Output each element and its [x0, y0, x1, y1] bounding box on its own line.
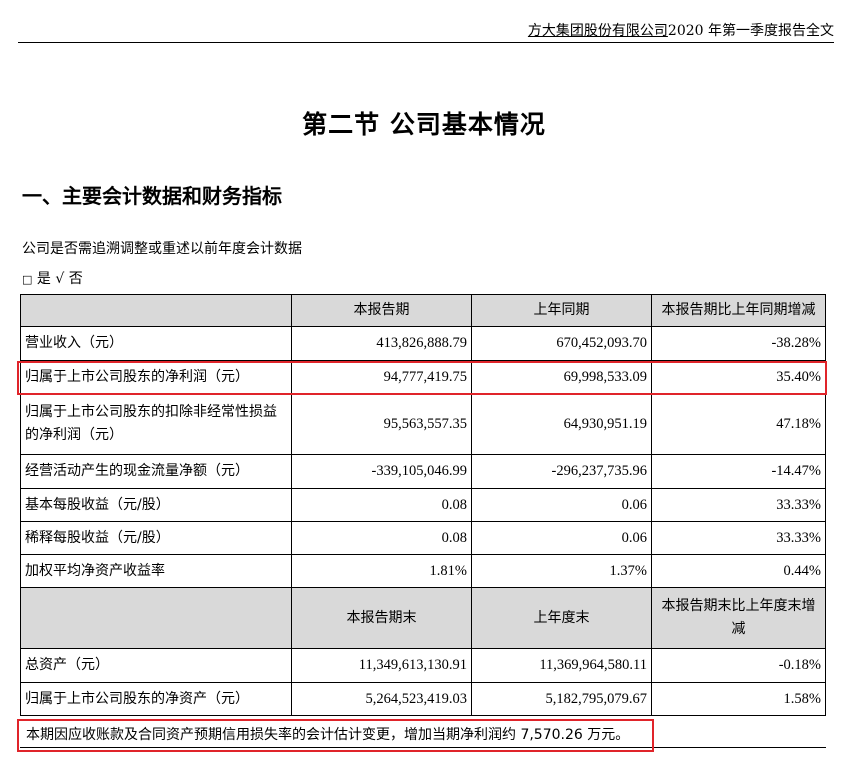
current-value: 11,349,613,130.91: [291, 648, 472, 683]
company-name: 方大集团股份有限公司: [527, 23, 668, 39]
prior-value: 670,452,093.70: [471, 326, 652, 361]
change-value: 1.58%: [651, 682, 826, 716]
row-label: 归属于上市公司股东的扣除非经常性损益的净利润（元）: [20, 393, 292, 455]
table-row: 归属于上市公司股东的扣除非经常性损益的净利润（元） 95,563,557.35 …: [20, 393, 826, 455]
header-change: 本报告期比上年同期增减: [651, 294, 826, 327]
option-yes: 是: [36, 271, 51, 287]
current-value: 1.81%: [291, 554, 472, 588]
change-value: 0.44%: [651, 554, 826, 588]
header-current-period: 本报告期: [291, 294, 472, 327]
current-value: 413,826,888.79: [291, 326, 472, 361]
table-row: 归属于上市公司股东的净利润（元） 94,777,419.75 69,998,53…: [20, 360, 826, 394]
restatement-options: □ 是 √ 否: [22, 268, 83, 288]
report-name: 2020 年第一季度报告全文: [667, 23, 834, 39]
row-label: 经营活动产生的现金流量净额（元）: [20, 454, 292, 489]
current-value: 0.08: [291, 521, 472, 555]
header-prior-year-end: 上年度末: [471, 587, 652, 649]
current-value: 94,777,419.75: [291, 360, 472, 394]
page-header: 方大集团股份有限公司2020 年第一季度报告全文: [18, 18, 834, 43]
check-mark-icon: √: [55, 271, 65, 287]
row-label: 加权平均净资产收益率: [20, 554, 292, 588]
option-no: 否: [68, 271, 83, 287]
table-row: 基本每股收益（元/股） 0.08 0.06 33.33%: [20, 488, 826, 522]
change-value: 35.40%: [651, 360, 826, 394]
header-change-year-end: 本报告期末比上年度末增减: [651, 587, 826, 649]
section-title: 第二节 公司基本情况: [302, 110, 546, 139]
prior-value: 69,998,533.09: [471, 360, 652, 394]
current-value: 0.08: [291, 488, 472, 522]
current-value: 95,563,557.35: [291, 393, 472, 455]
table-row: 归属于上市公司股东的净资产（元） 5,264,523,419.03 5,182,…: [20, 682, 826, 716]
row-label: 归属于上市公司股东的净资产（元）: [20, 682, 292, 716]
prior-value: 5,182,795,079.67: [471, 682, 652, 716]
change-value: 33.33%: [651, 488, 826, 522]
prior-value: 0.06: [471, 521, 652, 555]
change-value: -14.47%: [651, 454, 826, 489]
table-row: 经营活动产生的现金流量净额（元） -339,105,046.99 -296,23…: [20, 454, 826, 489]
current-value: 5,264,523,419.03: [291, 682, 472, 716]
financial-table: 本报告期 上年同期 本报告期比上年同期增减 营业收入（元） 413,826,88…: [20, 294, 826, 716]
header-text: 方大集团股份有限公司2020 年第一季度报告全文: [528, 20, 834, 40]
header-period-end: 本报告期末: [291, 587, 472, 649]
prior-value: 0.06: [471, 488, 652, 522]
footnote: 本期因应收账款及合同资产预期信用损失率的会计估计变更，增加当期净利润约 7,57…: [20, 722, 826, 748]
table-row: 稀释每股收益（元/股） 0.08 0.06 33.33%: [20, 521, 826, 555]
checkbox-icon: □: [22, 273, 33, 286]
prior-value: -296,237,735.96: [471, 454, 652, 489]
table-header-row-2: 本报告期末 上年度末 本报告期末比上年度末增减: [20, 587, 826, 649]
header-prior-period: 上年同期: [471, 294, 652, 327]
heading: 一、主要会计数据和财务指标: [22, 184, 282, 208]
prior-value: 11,369,964,580.11: [471, 648, 652, 683]
change-value: -38.28%: [651, 326, 826, 361]
row-label: 归属于上市公司股东的净利润（元）: [20, 360, 292, 394]
current-value: -339,105,046.99: [291, 454, 472, 489]
prior-value: 64,930,951.19: [471, 393, 652, 455]
restatement-question: 公司是否需追溯调整或重述以前年度会计数据: [22, 241, 302, 257]
row-label: 基本每股收益（元/股）: [20, 488, 292, 522]
table-row: 加权平均净资产收益率 1.81% 1.37% 0.44%: [20, 554, 826, 588]
row-label: 营业收入（元）: [20, 326, 292, 361]
prior-value: 1.37%: [471, 554, 652, 588]
table-header-row: 本报告期 上年同期 本报告期比上年同期增减: [20, 294, 826, 327]
header-empty-cell: [20, 294, 292, 327]
change-value: 33.33%: [651, 521, 826, 555]
change-value: -0.18%: [651, 648, 826, 683]
table-row: 总资产（元） 11,349,613,130.91 11,369,964,580.…: [20, 648, 826, 683]
header-empty-cell: [20, 587, 292, 649]
row-label: 稀释每股收益（元/股）: [20, 521, 292, 555]
table-row: 营业收入（元） 413,826,888.79 670,452,093.70 -3…: [20, 326, 826, 361]
change-value: 47.18%: [651, 393, 826, 455]
row-label: 总资产（元）: [20, 648, 292, 683]
